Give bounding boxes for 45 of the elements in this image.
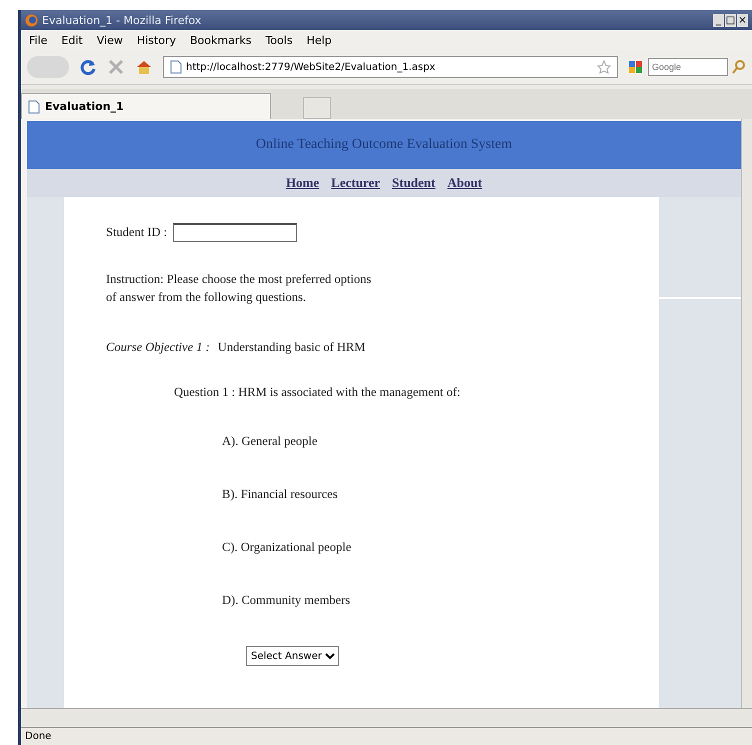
browser-tab[interactable]: Evaluation_1: [21, 93, 271, 119]
question-text: Question 1 : HRM is associated with the management of:: [174, 385, 462, 400]
new-tab-button[interactable]: [303, 97, 331, 119]
status-text: Done: [21, 727, 752, 745]
page-icon: [170, 60, 182, 74]
search-engine-icon[interactable]: [628, 60, 644, 74]
window-control[interactable]: ×: [737, 14, 748, 26]
menu-item[interactable]: File: [29, 34, 48, 46]
instruction-text: Instruction: Please choose the most preferred options of answer from the following questions.: [106, 271, 372, 306]
url-text: http://localhost:2779/WebSite2/Evaluation_1.aspx: [186, 62, 436, 72]
menu-item[interactable]: Help: [306, 34, 332, 46]
page-icon: [28, 100, 40, 114]
answer-option: C). Organizational people: [222, 540, 659, 555]
nav-link[interactable]: Home: [286, 175, 320, 191]
window-title: Evaluation_1 - Mozilla Firefox: [42, 14, 202, 26]
field-label: Student ID :: [106, 225, 168, 240]
menu-item[interactable]: Edit: [61, 34, 83, 46]
site-banner: Online Teaching Outcome Evaluation System: [27, 121, 741, 169]
answer-option: D). Community members: [222, 593, 659, 608]
menu-item[interactable]: View: [96, 34, 123, 46]
answer-option: B). Financial resources: [222, 487, 659, 502]
menu-item[interactable]: Tools: [265, 34, 293, 46]
reload-icon[interactable]: [79, 58, 97, 76]
address-bar[interactable]: http://localhost:2779/WebSite2/Evaluation_1.aspx: [163, 56, 618, 78]
star-icon[interactable]: [597, 60, 611, 74]
vertical-scrollbar[interactable]: [741, 119, 752, 708]
stop-icon[interactable]: [107, 58, 125, 76]
home-icon[interactable]: [135, 58, 153, 76]
window-control[interactable]: _: [713, 14, 724, 26]
objective-text: Understanding basic of HRM: [218, 340, 366, 355]
nav-link[interactable]: About: [447, 175, 482, 191]
window-control[interactable]: □: [725, 14, 736, 26]
answer-dropdown[interactable]: Select Answer: [246, 646, 339, 666]
horizontal-scrollbar[interactable]: [21, 708, 752, 727]
menu-item[interactable]: Bookmarks: [190, 34, 252, 46]
nav-link[interactable]: Lecturer: [331, 175, 380, 191]
search-field[interactable]: Google: [648, 58, 728, 76]
objective-label: Course Objective 1 :: [106, 340, 210, 355]
tab-label: Evaluation_1: [45, 100, 124, 113]
menu-item[interactable]: History: [136, 34, 176, 46]
search-icon[interactable]: [732, 60, 746, 74]
student-id-field[interactable]: [173, 223, 298, 242]
nav-link[interactable]: Student: [392, 175, 436, 191]
answer-option: A). General people: [222, 434, 659, 449]
app-icon: [25, 14, 38, 26]
